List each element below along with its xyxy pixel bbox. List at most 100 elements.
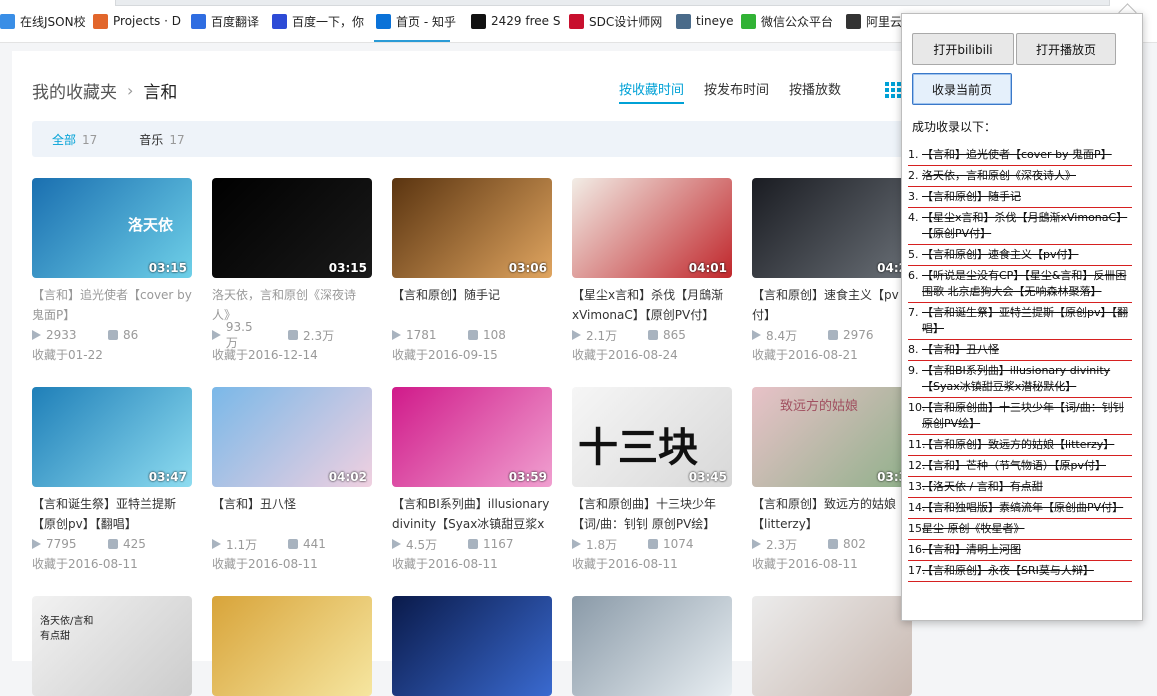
video-card[interactable]: 03:59 【言和BI系列曲】illusionary divinity【Syax冰…: [392, 387, 552, 574]
sort-by-plays[interactable]: 按播放数: [789, 79, 841, 104]
video-thumbnail[interactable]: 洛天依 03:15: [32, 178, 192, 278]
video-thumbnail[interactable]: [212, 596, 372, 696]
play-count-icon: [32, 330, 41, 340]
video-card[interactable]: 04:02 【言和】丑八怪 1.1万 441 收藏于2016-08-11: [212, 387, 372, 574]
bookmark-label: 百度一下，你: [292, 14, 365, 29]
sort-by-fav-time[interactable]: 按收藏时间: [619, 79, 685, 104]
collected-item-title: 【言和原创】速食主义【pv付】: [922, 248, 1079, 261]
play-count-icon: [212, 539, 221, 549]
video-title[interactable]: 【星尘x言和】杀伐【月鴟渐xVimonaC】【原创PV付】: [572, 285, 732, 325]
bookmark-label: tineye: [696, 14, 734, 28]
video-thumbnail[interactable]: 04:2: [752, 178, 912, 278]
video-thumbnail[interactable]: 03:15: [212, 178, 372, 278]
video-title[interactable]: 【言和原创】速食主义【pv付】: [752, 285, 912, 325]
duration-label: 04:02: [328, 470, 367, 484]
video-thumbnail[interactable]: 04:02: [212, 387, 372, 487]
bookmark-7[interactable]: tineye: [676, 11, 736, 31]
video-thumbnail[interactable]: 03:59: [392, 387, 552, 487]
item-number: 10.: [908, 401, 926, 414]
video-thumbnail[interactable]: 04:01: [572, 178, 732, 278]
video-thumbnail[interactable]: [752, 596, 912, 696]
bookmark-3[interactable]: 百度一下，你: [272, 11, 370, 31]
open-bilibili-button[interactable]: 打开bilibili: [912, 33, 1014, 65]
danmaku-icon: [288, 330, 298, 340]
bookmark-label: 在线JSON校: [20, 14, 86, 29]
video-title[interactable]: 【言和】追光使者【cover by 鬼面P】: [32, 285, 192, 325]
collected-list: 1. 【言和】追光使者【cover by 鬼面P】 2. 洛天依，言和原创《深夜诗人》…: [908, 147, 1132, 584]
bookmark-2[interactable]: 百度翻译: [191, 11, 267, 31]
video-card[interactable]: [212, 596, 372, 696]
play-count: 1.8万: [586, 537, 618, 552]
bookmark-1[interactable]: Projects · D: [93, 11, 185, 31]
video-card[interactable]: 洛天依/言和 有点甜: [32, 596, 192, 696]
wechat-icon: [741, 13, 756, 29]
collected-item: 17. 【言和原创】永夜【SRI莫与人辩】: [908, 563, 1132, 582]
play-count: 1781: [406, 328, 437, 342]
collected-item-title: 【言和】追光使者【cover by 鬼面P】: [922, 148, 1112, 161]
item-number: 2.: [908, 169, 919, 182]
video-card[interactable]: 04:2 【言和原创】速食主义【pv付】 8.4万 2976 收藏于2016-08-21: [752, 178, 912, 365]
video-card[interactable]: 03:06 【言和原创】随手记 1781 108 收藏于2016-09-15: [392, 178, 552, 365]
play-count-icon: [392, 539, 401, 549]
video-thumbnail[interactable]: 致远方的姑娘 03:3: [752, 387, 912, 487]
video-title[interactable]: 【言和】丑八怪: [212, 494, 372, 534]
bookmark-label: 2429 free S: [491, 14, 561, 28]
video-card[interactable]: [752, 596, 912, 696]
video-card[interactable]: 04:01 【星尘x言和】杀伐【月鴟渐xVimonaC】【原创PV付】 2.1万 86…: [572, 178, 732, 365]
play-count: 7795: [46, 537, 77, 551]
item-number: 5.: [908, 248, 919, 261]
json-icon: [0, 13, 15, 29]
favorited-date: 收藏于2016-08-11: [212, 557, 318, 571]
video-title[interactable]: 【言和BI系列曲】illusionary divinity【Syax冰镇甜豆浆x…: [392, 494, 552, 534]
video-card[interactable]: 洛天依 03:15 【言和】追光使者【cover by 鬼面P】 2933 86 收藏于0…: [32, 178, 192, 365]
collected-item-title: 【言和】清明上河图: [922, 543, 1021, 556]
favorited-date: 收藏于2016-08-11: [32, 557, 138, 571]
video-thumbnail[interactable]: 洛天依/言和 有点甜: [32, 596, 192, 696]
bookmark-5[interactable]: 2429 free S: [471, 11, 565, 31]
video-stats: 2.1万 865: [572, 325, 732, 345]
video-title[interactable]: 【言和原创曲】十三块少年【词/曲：钊钊 原创PV绘】: [572, 494, 732, 534]
favorited-date: 收藏于01-22: [32, 348, 103, 362]
bookmark-6[interactable]: SDC设计师网: [569, 11, 669, 31]
bookmark-4[interactable]: 首页 - 知乎: [376, 11, 466, 31]
video-card[interactable]: 致远方的姑娘 03:3 【言和原创】致远方的姑娘【litterzy】 2.3万 802 收…: [752, 387, 912, 574]
collected-item: 15. 星尘 原创《牧星者》: [908, 521, 1132, 540]
play-count: 2.1万: [586, 328, 618, 343]
favorited-date: 收藏于2016-08-21: [752, 348, 858, 362]
bookmark-label: Projects · D: [113, 14, 181, 28]
grid-view-icon[interactable]: [885, 82, 901, 98]
video-thumbnail[interactable]: [572, 596, 732, 696]
item-number: 11.: [908, 438, 926, 451]
video-card[interactable]: 03:15 洛天依，言和原创《深夜诗人》 93.5万 2.3万 收藏于2016-12-1…: [212, 178, 372, 365]
tineye-icon: [676, 13, 691, 29]
bookmark-0[interactable]: 在线JSON校: [0, 11, 88, 31]
collected-item-title: 【言和】丑八怪: [922, 343, 999, 356]
video-title[interactable]: 【言和原创】随手记: [392, 285, 552, 325]
filter-all[interactable]: 全部 17: [52, 131, 97, 148]
video-card[interactable]: 03:47 【言和诞生祭】亚特兰提斯【原创pv】【翻唱】 7795 425 收藏于201…: [32, 387, 192, 574]
collected-item-title: 【言和原创】随手记: [922, 190, 1021, 203]
breadcrumb-root[interactable]: 我的收藏夹: [32, 78, 117, 103]
duration-label: 04:01: [688, 261, 727, 275]
video-card[interactable]: [392, 596, 552, 696]
filter-music[interactable]: 音乐 17: [139, 131, 184, 148]
play-count-icon: [572, 330, 581, 340]
video-thumbnail[interactable]: 十三块 03:45: [572, 387, 732, 487]
video-title[interactable]: 【言和诞生祭】亚特兰提斯【原创pv】【翻唱】: [32, 494, 192, 534]
video-thumbnail[interactable]: 03:06: [392, 178, 552, 278]
play-count: 4.5万: [406, 537, 438, 552]
video-card[interactable]: [572, 596, 732, 696]
danmaku-icon: [648, 539, 658, 549]
video-card[interactable]: 十三块 03:45 【言和原创曲】十三块少年【词/曲：钊钊 原创PV绘】 1.8万 10…: [572, 387, 732, 574]
danmaku-icon: [828, 539, 838, 549]
video-title[interactable]: 【言和原创】致远方的姑娘【litterzy】: [752, 494, 912, 534]
play-count: 8.4万: [766, 328, 798, 343]
bookmark-8[interactable]: 微信公众平台: [741, 11, 841, 31]
video-thumbnail[interactable]: 03:47: [32, 387, 192, 487]
bookmark-9[interactable]: 阿里云: [846, 11, 906, 31]
video-thumbnail[interactable]: [392, 596, 552, 696]
sort-by-publish-time[interactable]: 按发布时间: [704, 79, 769, 104]
collect-current-page-button[interactable]: 收录当前页: [912, 73, 1012, 105]
open-play-page-button[interactable]: 打开播放页: [1016, 33, 1116, 65]
danmaku-count: 86: [123, 328, 139, 342]
